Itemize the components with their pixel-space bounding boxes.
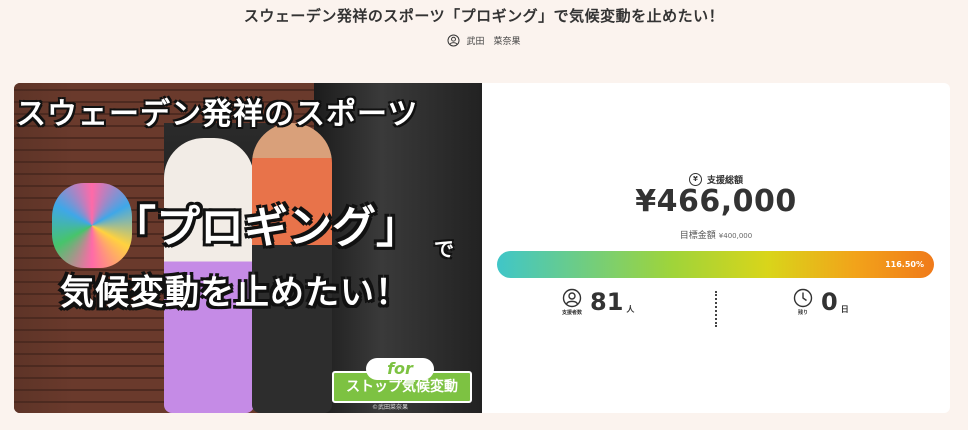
hero-headline-2-suffix: で xyxy=(434,237,454,261)
progress-percent: 116.50% xyxy=(885,260,924,269)
project-card: スウェーデン発祥のスポーツ 「プロギング」 で 気候変動を止めたい！ ストップ気… xyxy=(14,83,950,413)
goal-value: ¥400,000 xyxy=(718,232,753,240)
funding-amount: ¥466,000 xyxy=(635,184,797,219)
hero-headline-3: 気候変動を止めたい！ xyxy=(60,273,410,313)
page-title: スウェーデン発祥のスポーツ「プロギング」で気候変動を止めたい！ xyxy=(243,7,725,25)
owner-name[interactable]: 武田 菜奈果 xyxy=(466,34,520,47)
funding-panel: ¥ 支援総額 ¥466,000 目標金額 ¥400,000 116.50% 支援者… xyxy=(482,83,950,413)
hero-headline-1: スウェーデン発祥のスポーツ xyxy=(16,97,419,132)
hero-for-label: for xyxy=(366,358,434,380)
remaining-days: 0 xyxy=(821,288,838,316)
owner-info[interactable]: 武田 菜奈果 xyxy=(0,34,968,47)
hero-headline-2: 「プロギング」 xyxy=(112,202,420,253)
supporters-unit: 人 xyxy=(626,304,635,314)
supporters-caption: 支援者数 xyxy=(562,310,583,316)
supporters-stat: 支援者数 81 人 xyxy=(562,288,634,316)
progress-bar: 116.50% xyxy=(497,251,934,278)
clock-icon xyxy=(793,288,813,308)
remaining-unit: 日 xyxy=(840,304,849,314)
user-circle-icon xyxy=(562,288,582,308)
stats-divider xyxy=(715,291,717,327)
goal-amount: 目標金額 ¥400,000 xyxy=(482,228,950,241)
goal-label: 目標金額 xyxy=(679,231,716,241)
user-circle-icon xyxy=(447,34,460,47)
remaining-caption: 残り xyxy=(797,310,808,316)
hero-credit: ©武田菜奈果 xyxy=(372,404,409,411)
project-hero-image[interactable]: スウェーデン発祥のスポーツ 「プロギング」 で 気候変動を止めたい！ ストップ気… xyxy=(14,83,482,413)
remaining-days-stat: 残り 0 日 xyxy=(793,288,849,316)
supporters-count: 81 xyxy=(590,288,624,316)
